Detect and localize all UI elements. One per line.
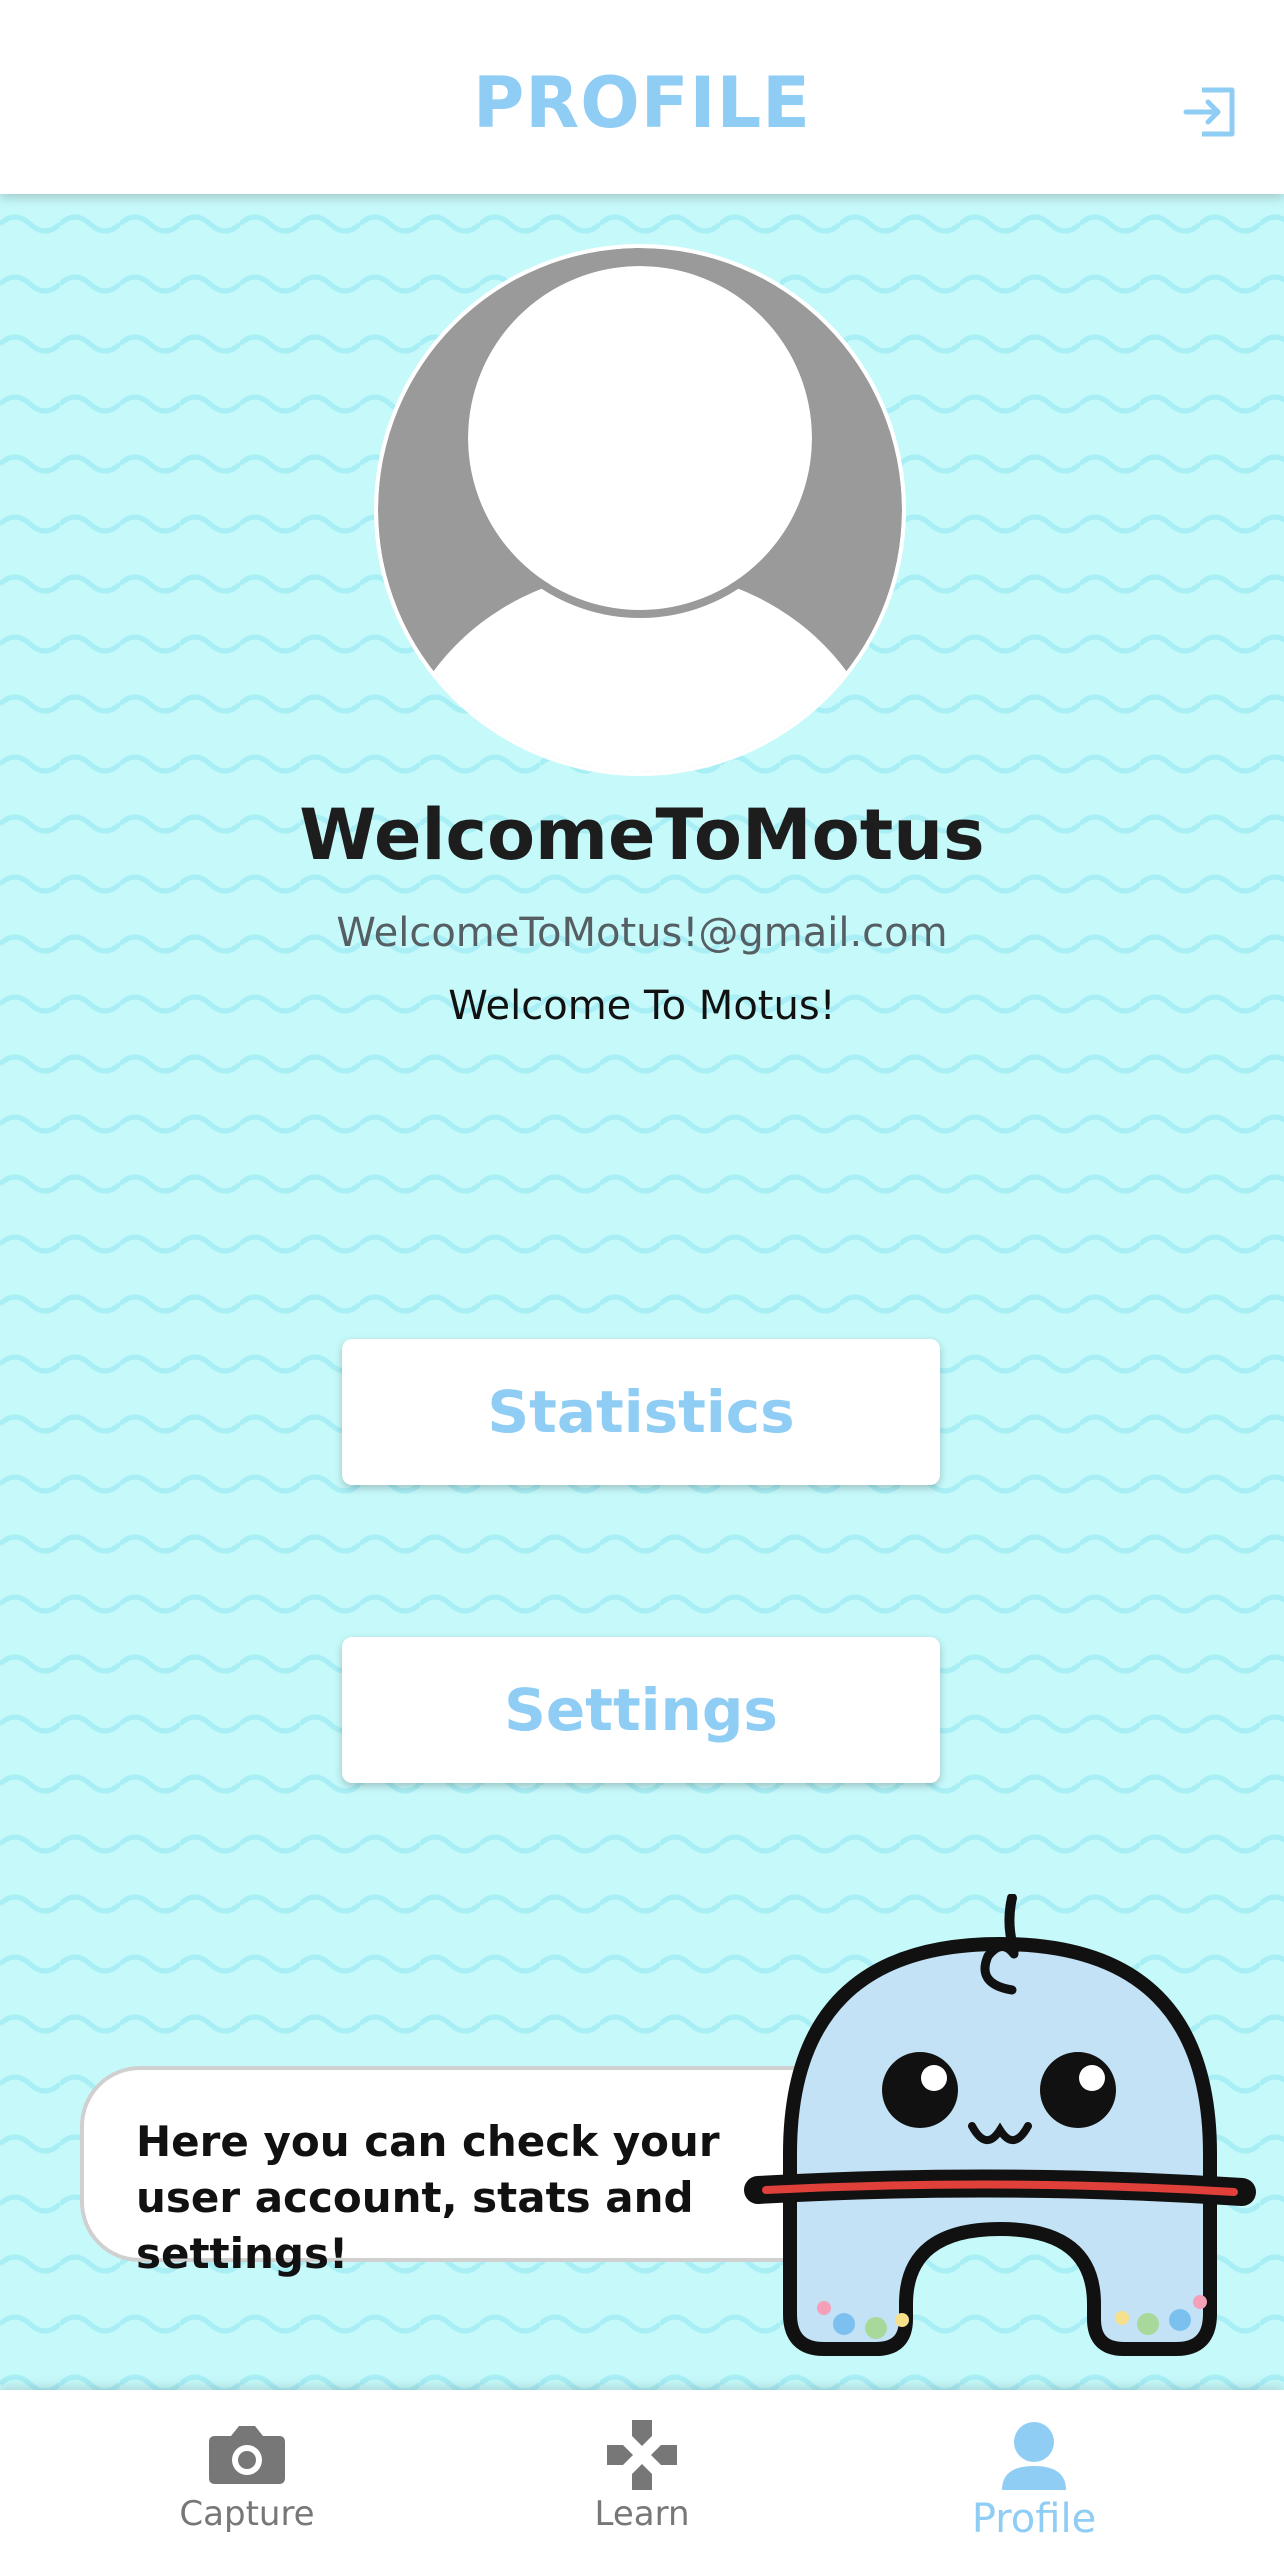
profile-username: WelcomeToMotus [299, 794, 985, 876]
profile-avatar[interactable] [372, 242, 908, 778]
mascot-message: Here you can check your user account, st… [136, 2117, 720, 2278]
tab-learn[interactable]: Learn [492, 2390, 792, 2550]
profile-email: WelcomeToMotus!@gmail.com [336, 910, 948, 956]
tab-learn-label: Learn [594, 2494, 690, 2534]
logout-icon [1183, 87, 1235, 137]
default-avatar-icon [374, 244, 906, 776]
tab-capture-label: Capture [179, 2494, 315, 2534]
gamepad-icon [607, 2420, 677, 2490]
mascot-character-icon [744, 1894, 1256, 2356]
header-bar: PROFILE [0, 0, 1284, 194]
settings-button[interactable]: Settings [342, 1637, 940, 1783]
person-icon [1002, 2422, 1066, 2490]
profile-content[interactable]: WelcomeToMotus WelcomeToMotus!@gmail.com… [0, 194, 1284, 2390]
profile-bio: Welcome To Motus! [448, 983, 836, 1029]
bottom-tab-bar: Capture Learn Profile [0, 2390, 1284, 2550]
logout-button[interactable] [1180, 82, 1240, 142]
page-title: PROFILE [473, 62, 811, 144]
camera-icon [209, 2426, 285, 2484]
tab-capture[interactable]: Capture [97, 2390, 397, 2550]
tab-profile[interactable]: Profile [884, 2390, 1184, 2550]
tab-profile-label: Profile [971, 2496, 1097, 2542]
statistics-button[interactable]: Statistics [342, 1339, 940, 1485]
